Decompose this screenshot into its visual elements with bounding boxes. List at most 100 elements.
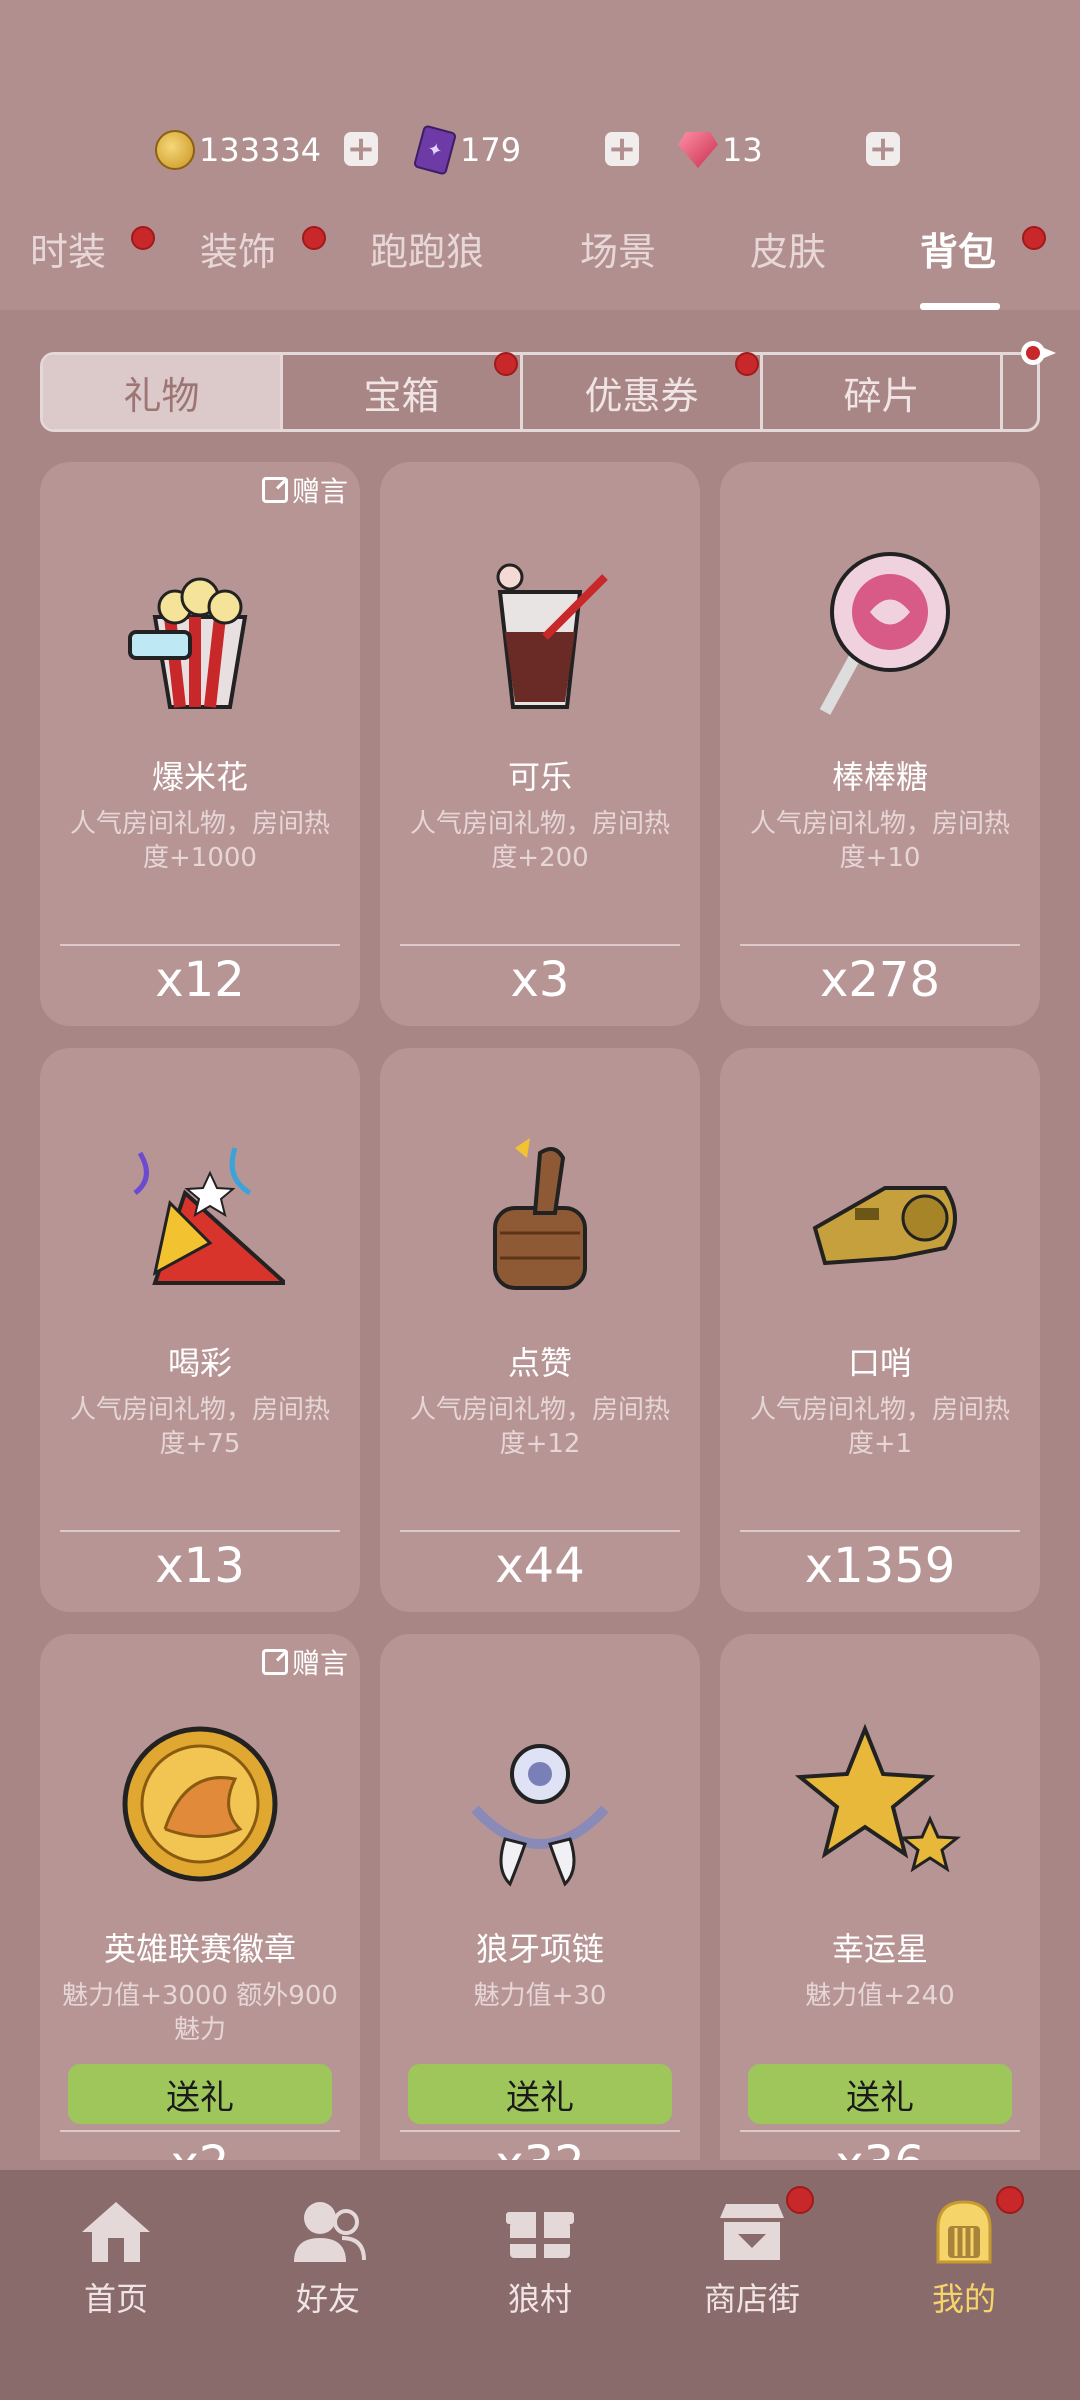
edit-icon: [261, 1649, 288, 1675]
scroll-indicator-icon[interactable]: [1020, 338, 1056, 368]
item-count: x12: [155, 952, 245, 1008]
item-card[interactable]: 点赞 人气房间礼物，房间热度+12 x44: [380, 1048, 700, 1612]
purple-card-balance: ✦ 179: [412, 120, 522, 180]
item-description: 人气房间礼物，房间热度+1: [749, 1395, 1010, 1459]
nav-shop-badge: [786, 2186, 814, 2214]
cola-icon: [450, 542, 630, 722]
item-name: 口哨: [847, 1344, 912, 1382]
subtab-treasure-chest[interactable]: 宝箱: [283, 355, 523, 429]
item-description: 魅力值+3000 额外900魅力: [62, 1981, 338, 2045]
red-gem-balance: 13: [678, 120, 763, 180]
gold-coin-value: 133334: [199, 131, 322, 169]
item-card[interactable]: 棒棒糖 人气房间礼物，房间热度+10 x278: [720, 462, 1040, 1026]
divider: [60, 944, 340, 946]
item-name: 幸运星: [831, 1930, 928, 1968]
divider: [400, 1530, 680, 1532]
tab-scene[interactable]: 场景: [580, 222, 656, 282]
divider: [60, 2130, 340, 2132]
friends-icon: [290, 2198, 366, 2266]
item-card[interactable]: 狼牙项链 魅力值+30 送礼 x32: [380, 1634, 700, 2160]
item-card[interactable]: 口哨 人气房间礼物，房间热度+1 x1359: [720, 1048, 1040, 1612]
tab-backpack-badge: [1022, 226, 1046, 250]
sub-tabs: 礼物 宝箱 优惠券 碎片: [40, 352, 1040, 432]
wolf-fang-necklace-icon: [450, 1714, 630, 1894]
red-gem-value: 13: [722, 131, 763, 169]
nav-village[interactable]: 狼村: [470, 2198, 610, 2320]
tab-running-wolf[interactable]: 跑跑狼: [370, 222, 484, 282]
item-count: x3: [510, 952, 570, 1008]
tab-backpack[interactable]: 背包: [920, 222, 996, 282]
purple-card-value: 179: [460, 131, 522, 169]
item-name: 点赞: [507, 1344, 572, 1382]
item-count: x44: [495, 1538, 585, 1594]
item-name: 英雄联赛徽章: [103, 1930, 296, 1968]
item-description: 魅力值+30: [473, 1981, 607, 2011]
main-tabs: 时装 装饰 跑跑狼 场景 皮肤 背包: [0, 222, 1080, 302]
tab-skin[interactable]: 皮肤: [750, 222, 826, 282]
tab-decoration-badge: [302, 226, 326, 250]
tab-decoration[interactable]: 装饰: [200, 222, 276, 282]
nav-profile[interactable]: 我的: [894, 2198, 1034, 2320]
send-gift-button[interactable]: 送礼: [68, 2064, 332, 2124]
divider: [740, 1530, 1020, 1532]
subtab-coupon-badge: [735, 352, 759, 376]
edit-icon: [261, 477, 288, 503]
add-gold-coin-button[interactable]: +: [344, 132, 378, 166]
item-count: x13: [155, 1538, 245, 1594]
top-header: 133334 + ✦ 179 + 13 + 时装 装饰 跑跑狼 场景 皮肤 背包: [0, 0, 1080, 310]
party-popper-icon: [110, 1128, 290, 1308]
shop-icon: [714, 2198, 790, 2266]
item-count: x2: [40, 2136, 360, 2160]
add-red-gem-button[interactable]: +: [866, 132, 900, 166]
subtab-coupon[interactable]: 优惠券: [523, 355, 763, 429]
item-description: 人气房间礼物，房间热度+75: [69, 1395, 330, 1459]
item-name: 爆米花: [151, 758, 248, 796]
item-count: x32: [380, 2136, 700, 2160]
purple-card-icon: ✦: [412, 124, 458, 176]
gift-message-label[interactable]: 赠言: [261, 470, 348, 510]
send-gift-button[interactable]: 送礼: [408, 2064, 672, 2124]
item-card[interactable]: 喝彩 人气房间礼物，房间热度+75 x13: [40, 1048, 360, 1612]
divider: [60, 1530, 340, 1532]
nav-home[interactable]: 首页: [46, 2198, 186, 2320]
item-card[interactable]: 幸运星 魅力值+240 送礼 x36: [720, 1634, 1040, 2160]
gold-coin-balance: 133334: [155, 120, 321, 180]
item-card[interactable]: 可乐 人气房间礼物，房间热度+200 x3: [380, 462, 700, 1026]
nav-profile-badge: [996, 2186, 1024, 2214]
thumbs-up-icon: [450, 1128, 630, 1308]
tab-fashion-badge: [131, 226, 155, 250]
profile-icon: [926, 2198, 1002, 2266]
item-name: 狼牙项链: [475, 1930, 604, 1968]
item-description: 人气房间礼物，房间热度+1000: [69, 809, 330, 873]
nav-friends[interactable]: 好友: [258, 2198, 398, 2320]
item-count: x1359: [804, 1538, 956, 1594]
popcorn-icon: [110, 542, 290, 722]
bottom-navigation: 首页 好友 狼村 商店街 我的: [0, 2170, 1080, 2400]
divider: [400, 2130, 680, 2132]
item-grid: 赠言 爆米花 人气房间礼物，房间热度+1000 x12 可乐 人气房间礼物，房间…: [0, 462, 1080, 2160]
village-icon: [502, 2198, 578, 2266]
item-description: 魅力值+240: [805, 1981, 955, 2011]
tab-fashion[interactable]: 时装: [30, 222, 106, 282]
item-card[interactable]: 赠言 英雄联赛徽章 魅力值+3000 额外900魅力 送礼 x2: [40, 1634, 360, 2160]
divider: [740, 2130, 1020, 2132]
red-gem-icon: [678, 132, 718, 168]
gift-message-label[interactable]: 赠言: [261, 1642, 348, 1682]
lollipop-icon: [790, 542, 970, 722]
divider: [740, 944, 1020, 946]
item-count: x278: [819, 952, 941, 1008]
gold-coin-icon: [155, 130, 195, 170]
item-name: 喝彩: [167, 1344, 232, 1382]
send-gift-button[interactable]: 送礼: [748, 2064, 1012, 2124]
item-description: 人气房间礼物，房间热度+10: [749, 809, 1010, 873]
home-icon: [78, 2198, 154, 2266]
hero-badge-icon: [110, 1714, 290, 1894]
lucky-star-icon: [790, 1714, 970, 1894]
subtab-fragment[interactable]: 碎片: [763, 355, 1003, 429]
subtab-gift[interactable]: 礼物: [43, 355, 283, 429]
item-description: 人气房间礼物，房间热度+200: [409, 809, 670, 873]
whistle-icon: [790, 1128, 970, 1308]
add-purple-card-button[interactable]: +: [605, 132, 639, 166]
item-card[interactable]: 赠言 爆米花 人气房间礼物，房间热度+1000 x12: [40, 462, 360, 1026]
nav-shop[interactable]: 商店街: [682, 2198, 822, 2320]
